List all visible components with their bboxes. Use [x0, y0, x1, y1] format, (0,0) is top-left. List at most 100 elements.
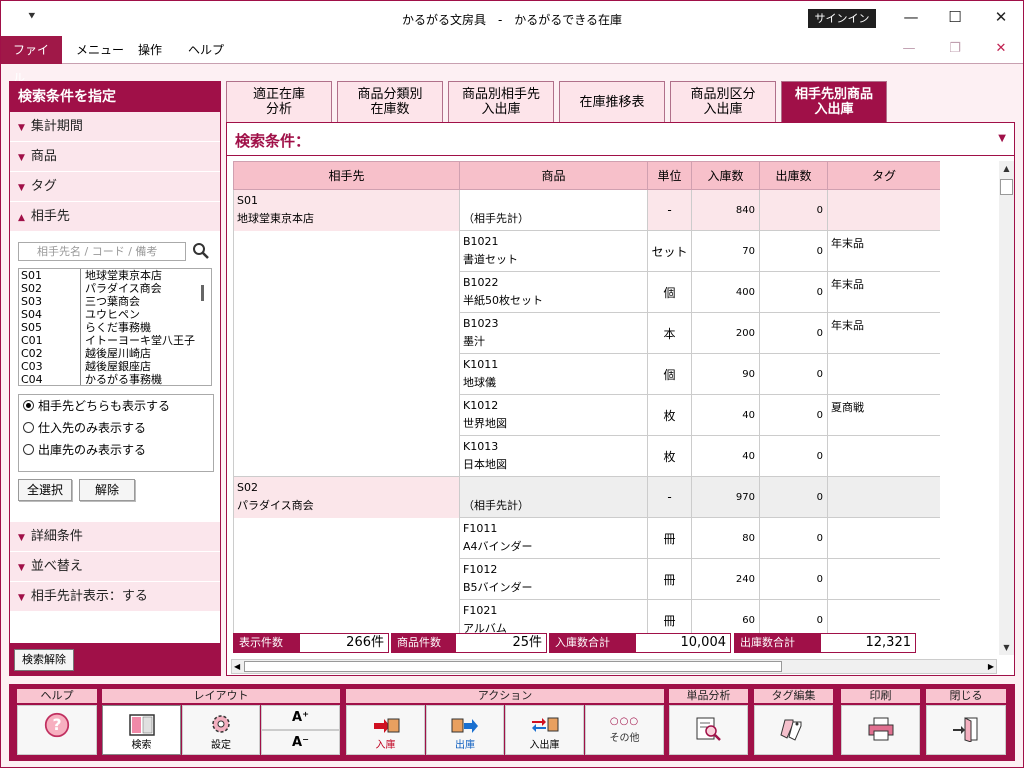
- column-header[interactable]: 出庫数: [759, 161, 828, 190]
- table-row[interactable]: K1012 世界地図 枚 40 0 夏商戦: [233, 394, 940, 436]
- section-detail[interactable]: ▼ 詳細条件: [10, 522, 220, 552]
- close-app-button[interactable]: [926, 705, 1006, 755]
- collapse-icon: ▼: [18, 123, 25, 133]
- action-group: アクション 入庫 出庫 入出庫 ○○○ その他: [346, 689, 664, 755]
- menu-file[interactable]: ファイル: [1, 36, 62, 85]
- partner-total-row[interactable]: S01 地球堂東京本店 （相手先計） -840 0: [233, 189, 940, 231]
- stock-out-button[interactable]: 出庫: [426, 705, 504, 755]
- unit-cell: 本: [647, 312, 692, 354]
- partner-list[interactable]: S01 地球堂東京本店 S02 パラダイス商会 S03 三つ葉商会 S04 ユウヒペン …: [18, 268, 212, 386]
- tab-optimal-stock[interactable]: 適正在庫 分析: [226, 81, 332, 122]
- font-increase-button[interactable]: A⁺: [261, 705, 340, 730]
- partner-display-options: 相手先どちらも表示する 仕入先のみ表示する 出庫先のみ表示する: [18, 394, 214, 472]
- deselect-button[interactable]: 解除: [79, 479, 135, 501]
- layout-search-icon: [128, 714, 155, 736]
- doc-restore-icon[interactable]: ❐: [943, 41, 967, 59]
- column-header[interactable]: 単位: [647, 161, 692, 190]
- column-header[interactable]: 商品: [459, 161, 648, 190]
- list-item[interactable]: S01 地球堂東京本店: [19, 269, 211, 282]
- partner-list-scrollbar[interactable]: [196, 271, 210, 383]
- unit-cell: 冊: [647, 517, 692, 559]
- scroll-left-icon[interactable]: ◀: [234, 660, 240, 673]
- list-item[interactable]: C02 越後屋川崎店: [19, 347, 211, 360]
- doc-close-icon[interactable]: ✕: [989, 41, 1013, 59]
- list-item[interactable]: C03 越後屋銀座店: [19, 360, 211, 373]
- table-row[interactable]: K1011 地球儀 個 90 0: [233, 353, 940, 395]
- radio-shipto-only[interactable]: 出庫先のみ表示する: [19, 439, 213, 461]
- column-header[interactable]: タグ: [827, 161, 940, 190]
- signin-button[interactable]: サインイン: [808, 9, 876, 28]
- table-row[interactable]: B1021 書道セット セット 70 0 年末品: [233, 230, 940, 272]
- grid-horizontal-scrollbar[interactable]: ◀ ▶: [231, 659, 997, 674]
- radio-supplier-only[interactable]: 仕入先のみ表示する: [19, 417, 213, 439]
- clear-search-button[interactable]: 検索解除: [14, 649, 74, 671]
- menu-help[interactable]: ヘルプ: [176, 36, 236, 64]
- search-condition-bar[interactable]: 検索条件： ▼: [227, 123, 1014, 156]
- list-item[interactable]: S03 三つ葉商会: [19, 295, 211, 308]
- tab-category-stock[interactable]: 商品分類別 在庫数: [337, 81, 443, 122]
- in-qty-cell: 90: [691, 353, 760, 395]
- settings-button[interactable]: 設定: [182, 705, 260, 755]
- partner-name: ユウヒペン: [85, 308, 140, 321]
- partner-code: S01: [237, 194, 258, 207]
- column-header[interactable]: 相手先: [233, 161, 460, 190]
- section-partner[interactable]: ▲ 相手先: [10, 202, 220, 232]
- list-item[interactable]: C01 イトーヨーキ堂八王子: [19, 334, 211, 347]
- partner-name: パラダイス商会: [237, 499, 314, 512]
- menu-operation[interactable]: 操作: [126, 36, 174, 64]
- close-icon[interactable]: ✕: [987, 7, 1015, 29]
- table-row[interactable]: B1022 半紙50枚セット 個 400 0 年末品: [233, 271, 940, 313]
- product-name: 地球儀: [463, 376, 496, 389]
- column-header[interactable]: 入庫数: [691, 161, 760, 190]
- list-item[interactable]: C04 かるがる事務機: [19, 373, 211, 385]
- table-row[interactable]: K1013 日本地図 枚 40 0: [233, 435, 940, 477]
- product-code: B1021: [463, 235, 499, 248]
- unit-cell: 冊: [647, 599, 692, 633]
- tab-partner-product[interactable]: 相手先別商品 入出庫: [781, 81, 887, 122]
- section-label: 詳細条件: [30, 529, 83, 544]
- scroll-thumb[interactable]: [201, 285, 204, 301]
- table-row[interactable]: B1023 墨汁 本 200 0 年末品: [233, 312, 940, 354]
- tab-product-partner[interactable]: 商品別相手先 入出庫: [448, 81, 554, 122]
- scroll-down-icon[interactable]: ▼: [999, 640, 1014, 655]
- radio-both[interactable]: 相手先どちらも表示する: [19, 395, 213, 417]
- section-tag[interactable]: ▼ タグ: [10, 172, 220, 202]
- section-label: 集計期間: [30, 119, 83, 134]
- search-layout-button[interactable]: 検索: [102, 705, 181, 755]
- tag-edit-button[interactable]: [754, 705, 833, 755]
- table-row[interactable]: F1011 A4バインダー 冊 80 0: [233, 517, 940, 559]
- partner-search-input[interactable]: 相手先名 / コード / 備考: [18, 242, 186, 261]
- section-product[interactable]: ▼ 商品: [10, 142, 220, 172]
- tab-stock-trend[interactable]: 在庫推移表: [559, 81, 665, 122]
- scroll-right-icon[interactable]: ▶: [988, 660, 994, 673]
- partner-total-row[interactable]: S02 パラダイス商会 （相手先計） -970 0: [233, 476, 940, 518]
- grid-vertical-scrollbar[interactable]: ▲ ▼: [999, 161, 1014, 655]
- search-icon[interactable]: [192, 242, 210, 260]
- dropdown-icon[interactable]: ▼: [998, 133, 1006, 144]
- minimize-icon[interactable]: —: [897, 7, 925, 29]
- help-button[interactable]: ?: [17, 705, 97, 755]
- font-decrease-button[interactable]: A⁻: [261, 730, 340, 755]
- doc-minimize-icon[interactable]: —: [897, 41, 921, 59]
- scroll-thumb[interactable]: [1000, 179, 1013, 195]
- section-partner-total[interactable]: ▼ 相手先計表示：する: [10, 582, 220, 612]
- print-button[interactable]: [841, 705, 920, 755]
- section-sort[interactable]: ▼ 並べ替え: [10, 552, 220, 582]
- help-icon: ?: [44, 712, 70, 738]
- table-row[interactable]: F1012 B5バインダー 冊 240 0: [233, 558, 940, 600]
- list-item[interactable]: S04 ユウヒペン: [19, 308, 211, 321]
- stock-in-button[interactable]: 入庫: [346, 705, 425, 755]
- stock-inout-button[interactable]: 入出庫: [505, 705, 584, 755]
- maximize-icon[interactable]: ☐: [941, 7, 969, 29]
- other-action-button[interactable]: ○○○ その他: [585, 705, 664, 755]
- select-all-button[interactable]: 全選択: [18, 479, 72, 501]
- item-analysis-button[interactable]: [669, 705, 748, 755]
- scroll-up-icon[interactable]: ▲: [999, 161, 1014, 176]
- scroll-thumb[interactable]: [244, 661, 782, 672]
- product-cell: F1021 アルバム: [459, 599, 648, 633]
- tab-product-class[interactable]: 商品別区分 入出庫: [670, 81, 776, 122]
- table-row[interactable]: F1021 アルバム 冊 60 0: [233, 599, 940, 633]
- list-item[interactable]: S02 パラダイス商会: [19, 282, 211, 295]
- list-item[interactable]: S05 らくだ事務機: [19, 321, 211, 334]
- section-period[interactable]: ▼ 集計期間: [10, 112, 220, 142]
